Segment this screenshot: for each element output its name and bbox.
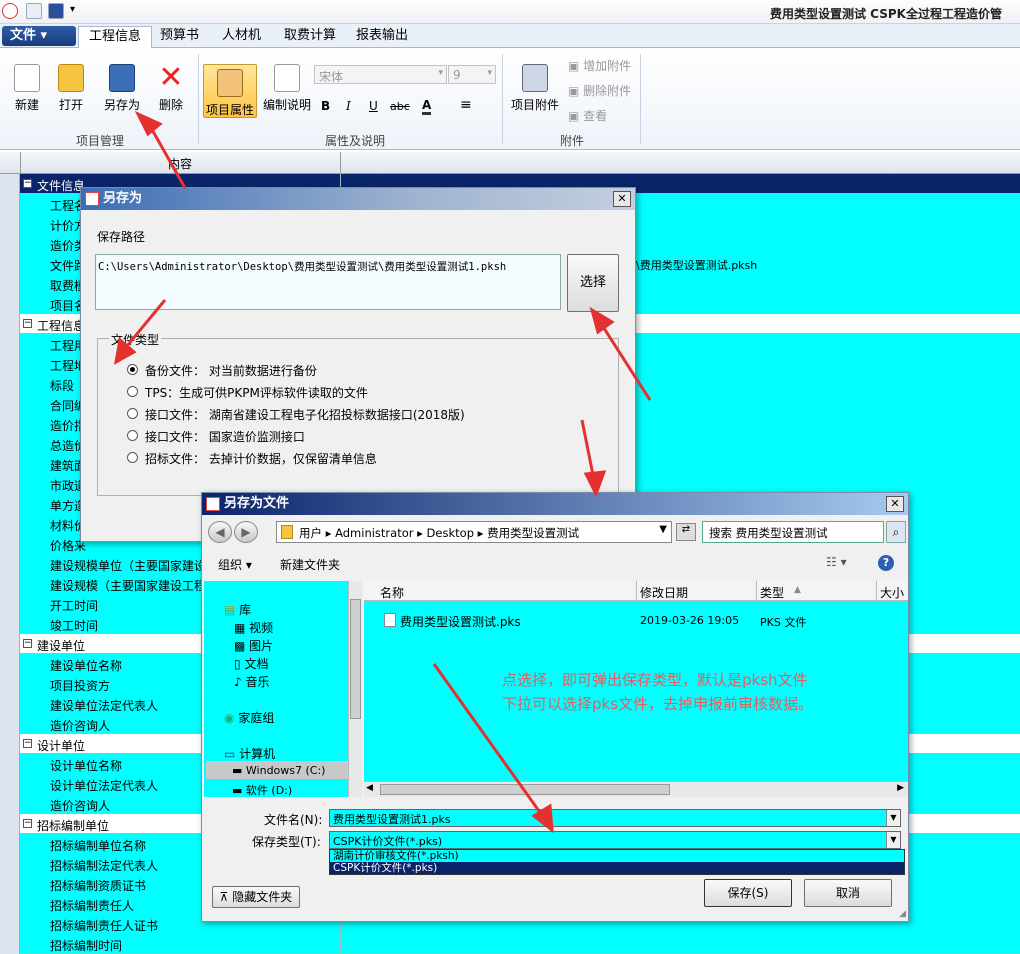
arrow-to-backup xyxy=(120,299,167,353)
arrow-to-save-as xyxy=(148,125,187,189)
arrow-to-savetype xyxy=(432,663,546,819)
arrowhead-icon xyxy=(589,306,615,335)
arrowhead-icon xyxy=(583,470,607,498)
annotation-arrows xyxy=(113,110,652,834)
arrow-to-choose xyxy=(598,321,652,401)
arrow-to-file-dialog xyxy=(580,419,596,481)
arrowhead-icon xyxy=(134,110,163,137)
arrowhead-icon xyxy=(113,337,137,365)
